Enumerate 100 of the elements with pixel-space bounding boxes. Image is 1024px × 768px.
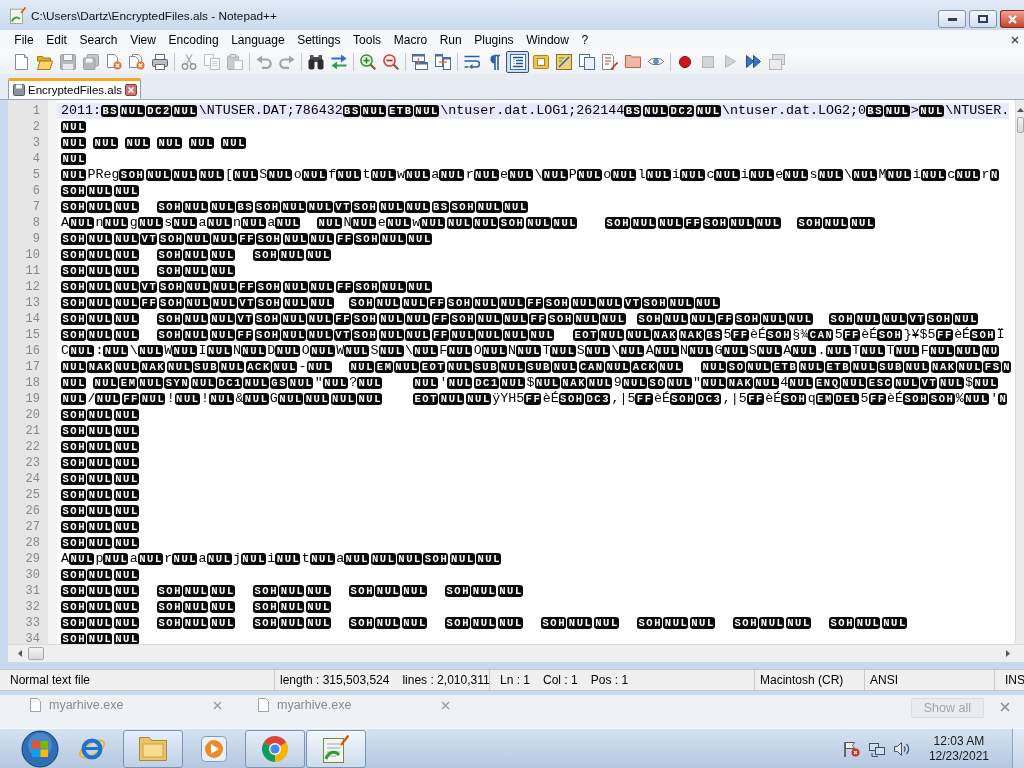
toolbar-button[interactable] xyxy=(506,50,529,73)
menu-item[interactable]: File xyxy=(8,30,40,49)
menu-item[interactable]: Tools xyxy=(346,30,388,49)
line-number: 27 xyxy=(24,519,41,535)
fast-forward-icon xyxy=(746,55,761,68)
stacked-pages-icon xyxy=(768,53,785,70)
page-pen-icon xyxy=(601,53,618,70)
menu-item[interactable]: Edit xyxy=(39,30,74,49)
code-line: SOH NUL NUL xyxy=(60,472,140,487)
windows-orb-icon xyxy=(21,730,59,768)
vertical-scrollbar[interactable] xyxy=(1015,100,1024,644)
menu-item[interactable]: Window xyxy=(519,30,576,49)
line-number: 28 xyxy=(24,535,41,551)
right-arrow-icon xyxy=(1006,650,1010,657)
menu-item[interactable]: Settings xyxy=(290,30,347,49)
code-line: SOH NUL NUL FF SOH NUL NUL VT SOH NUL NUL SOH NUL NUL FF SOH NUL NUL FF SOH NUL NUL VT SOH NUL NUL xyxy=(60,296,721,311)
code-line: SOH NUL NUL SOH NUL NUL VT SOH NUL NUL FF SOH NUL NUL FF SOH NUL NUL FF SOH NUL NUL SOH NUL NUL FF SOH NUL NUL SOH NUL NUL VT SOH NUL xyxy=(60,312,980,327)
code-line: SOH NUL NUL xyxy=(60,520,140,535)
clock-time[interactable]: 12:03 AM xyxy=(933,734,985,749)
code-line: SOH NUL NUL SOH NUL NUL SOH NUL NUL xyxy=(60,248,332,263)
code-line: NUL/NUL FF NUL!NUL!NUL&NUL G NUL NUL NUL NUL EOT NUL NUL ÿYH5FF èÉSOH DC3,|5FF èÉSOH DC3,|5 FF èÉSOH qEM DEL 5 FF èÉSOH SOH%NUL'N xyxy=(60,391,1009,407)
scissors-icon xyxy=(180,53,197,70)
horizontal-scrollbar[interactable] xyxy=(8,644,1024,662)
copy-icon xyxy=(203,53,220,70)
code-line: SOH NUL NUL xyxy=(60,440,140,455)
minimize-icon xyxy=(947,17,957,21)
line-number: 32 xyxy=(24,599,41,615)
line-number: 11 xyxy=(24,263,41,279)
line-number: 4 xyxy=(31,151,41,167)
scrollbar-thumb[interactable] xyxy=(1016,117,1024,133)
play-tile-icon xyxy=(201,736,227,762)
taskbar-app-button[interactable] xyxy=(306,730,366,768)
line-number: 6 xyxy=(31,183,41,199)
editor-pane[interactable] xyxy=(8,100,1024,644)
code-line: NUL NAK NUL NAK NUL SUB NUL ACK NUL-NUL NUL EM NUL EOT NUL SUB NUL SUB NUL CAN NUL ACK NUL NUL SO NUL ETB NUL ETB NUL SUB NUL NAK NUL FS N xyxy=(60,359,1013,375)
play-icon xyxy=(725,55,736,68)
taskbar-app-button[interactable] xyxy=(245,730,305,768)
scrollbar-thumb[interactable] xyxy=(28,647,44,660)
menu-item[interactable]: Plugins xyxy=(467,30,520,49)
file-type-label: Normal text file xyxy=(10,673,91,687)
code-line: SOH NUL NUL xyxy=(60,184,140,199)
folder-icon xyxy=(624,55,641,68)
code-line: SOH NUL NUL VT SOH NUL NUL FF SOH NUL NUL FF SOH NUL NUL xyxy=(60,280,433,295)
close-icon xyxy=(1000,702,1010,712)
page-close-icon xyxy=(105,53,122,70)
line-number: 23 xyxy=(24,455,41,471)
network-icon xyxy=(868,741,885,757)
menu-item[interactable]: ? xyxy=(575,30,595,49)
file-icon xyxy=(258,698,269,712)
menu-item[interactable]: Run xyxy=(433,30,468,49)
flag-icon xyxy=(842,741,860,757)
code-line: NUL NUL EM NUL SYN NUL DC1 NUL GS NUL"NUL?NUL NUL'NUL DC1 NUL$NUL NAK NUL 9 NUL SO NUL"NUL NAK NUL 4NUL ENQ NUL ESC NUL VT NUL$NUL xyxy=(60,375,1000,391)
code-line: ANUL pNUL aNUL r NUL aNUL j NUL iNUL t NUL aNUL NUL NUL SOH NUL NUL xyxy=(60,551,503,567)
close-button[interactable] xyxy=(1000,10,1024,28)
maximize-button[interactable] xyxy=(969,10,997,28)
line-ending-label: Macintosh (CR) xyxy=(760,673,844,687)
line-number: 14 xyxy=(24,311,41,327)
line-number: 19 xyxy=(24,391,41,407)
stop-icon xyxy=(701,55,714,68)
line-number: 20 xyxy=(24,407,41,423)
wrap-lines-icon xyxy=(463,54,480,69)
minimize-button[interactable] xyxy=(938,10,966,28)
menu-item[interactable]: View xyxy=(123,30,163,49)
column-position-label: Col : 1 xyxy=(543,673,578,687)
menu-item[interactable]: Macro xyxy=(387,30,434,49)
line-number: 7 xyxy=(31,199,41,215)
code-line: SOH NUL NUL SOH NUL NUL xyxy=(60,264,236,279)
undo-icon xyxy=(255,54,272,69)
code-line: SOH NUL NUL xyxy=(60,424,140,439)
folder-page-icon xyxy=(532,54,549,69)
line-number: 5 xyxy=(31,167,41,183)
line-number: 13 xyxy=(24,295,41,311)
line-number: 31 xyxy=(24,583,41,599)
ring-logo-icon xyxy=(261,735,289,763)
blank-page-icon xyxy=(15,53,28,70)
pilcrow-icon xyxy=(489,53,500,70)
line-number: 12 xyxy=(24,279,41,295)
code-line: SOH NUL NUL xyxy=(60,568,140,583)
close-icon xyxy=(213,700,222,710)
window-title: C:\Users\Dartz\EncryptedFiles.als - Notepad++ xyxy=(31,9,277,23)
file-tab[interactable]: EncryptedFiles.als xyxy=(8,78,141,99)
close-icon xyxy=(1011,35,1019,44)
show-desktop-button[interactable] xyxy=(1012,729,1024,768)
zoom-in-icon xyxy=(359,53,376,70)
floppy-disks-icon xyxy=(82,53,99,70)
notepad-icon xyxy=(10,7,26,24)
menu-item[interactable]: Search xyxy=(73,30,124,49)
line-number: 30 xyxy=(24,567,41,583)
line-number: 10 xyxy=(24,247,41,263)
clock-date[interactable]: 12/23/2021 xyxy=(928,749,989,764)
code-line: SOH NUL NUL SOH NUL NUL FF SOH NUL NUL VT SOH NUL NUL FF NUL NUL NUL NUL EOT NUL NUL NAK NAK BS 5FF èÉSOH§¾CAN 5 FF èÉSOH}¥$5 FF èÉSOH Ï xyxy=(60,327,1005,343)
taskbar-app-button[interactable] xyxy=(123,730,183,768)
pages-icon xyxy=(578,53,595,70)
maximize-icon xyxy=(978,15,988,23)
close-icon xyxy=(124,84,137,96)
menu-item[interactable]: Encoding xyxy=(162,30,225,49)
code-line: NUL NUL NUL NUL NUL NUL xyxy=(60,136,248,151)
line-number: 29 xyxy=(24,551,41,567)
menu-item[interactable]: Language xyxy=(224,30,291,49)
code-line: SOH NUL NUL SOH NUL NUL SOH NUL NUL SOH NUL NUL SOH NUL NUL xyxy=(60,584,524,599)
